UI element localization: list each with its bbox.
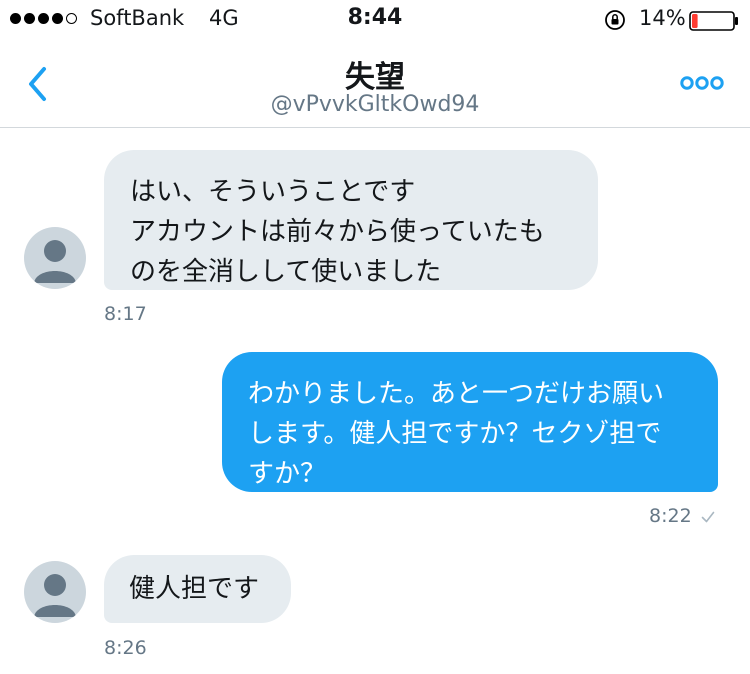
message-bubble-incoming[interactable]: はい、そういうことです アカウントは前々から使っていたも のを全消しして使いまし…: [104, 150, 598, 290]
default-avatar-icon: [34, 240, 76, 283]
more-dots-icon[interactable]: [680, 75, 724, 91]
message-timestamp: 8:26: [104, 637, 147, 659]
message-bubble-incoming[interactable]: 健人担です: [104, 555, 291, 623]
orientation-lock-icon: [605, 10, 625, 30]
conversation-title: 失望: [345, 60, 405, 95]
battery-icon: [689, 11, 738, 31]
status-time: 8:44: [347, 5, 403, 30]
battery-percent: 14%: [639, 6, 686, 30]
message-bubble-outgoing[interactable]: わかりました。あと一つだけお願い します。健人担ですか？セクゾ担で すか？: [222, 352, 718, 492]
status-bar: SoftBank 4G 8:44 14%: [0, 0, 750, 40]
avatar[interactable]: [24, 227, 86, 289]
default-avatar-icon: [34, 574, 76, 617]
message-timestamp: 8:22: [649, 505, 692, 527]
sent-check-icon: [701, 511, 715, 523]
user-handle: @vPvvkGltkOwd94: [270, 92, 480, 117]
header-divider: [0, 127, 750, 128]
avatar[interactable]: [24, 561, 86, 623]
message-timestamp: 8:17: [104, 303, 147, 325]
